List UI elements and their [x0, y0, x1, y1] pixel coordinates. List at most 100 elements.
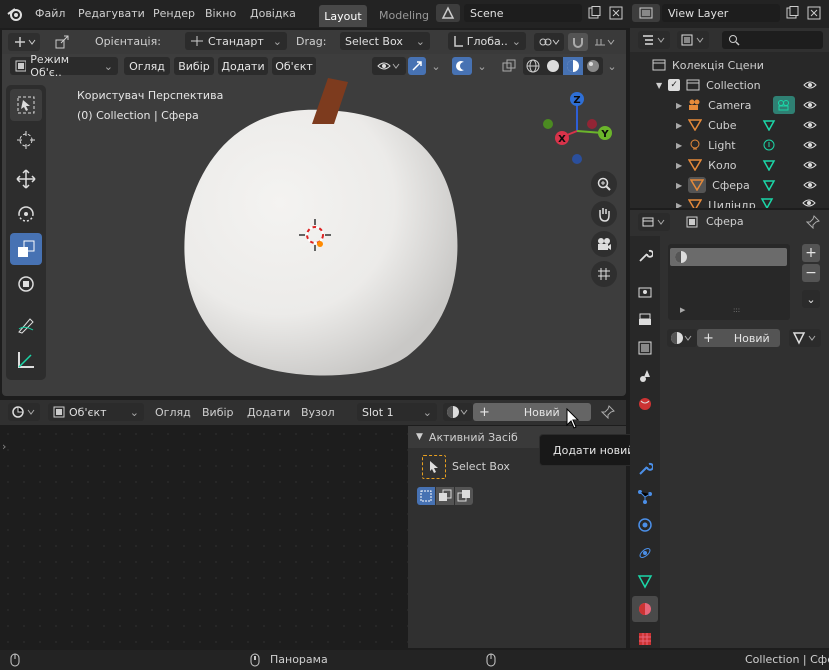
- delete-view-layer-icon[interactable]: [805, 4, 823, 22]
- properties-new-material-button[interactable]: + Новий: [697, 329, 780, 347]
- sphere-object[interactable]: [178, 72, 464, 388]
- tab-scene[interactable]: [632, 363, 658, 389]
- node-canvas-side-arrow-icon[interactable]: ›: [2, 440, 6, 453]
- tab-physics[interactable]: [632, 512, 658, 538]
- properties-pin-icon[interactable]: [803, 213, 823, 231]
- active-tool-icon[interactable]: [52, 33, 72, 51]
- tab-render[interactable]: [632, 279, 658, 305]
- new-view-layer-icon[interactable]: [783, 4, 801, 22]
- tool-rotate[interactable]: [10, 198, 42, 230]
- list-resize-grip-icon[interactable]: :::: [733, 306, 740, 314]
- select-box-tool-icon[interactable]: [422, 455, 446, 479]
- outliner-item-light[interactable]: ▶ Light: [630, 135, 829, 155]
- tab-view-layer[interactable]: [632, 335, 658, 361]
- tab-texture[interactable]: [632, 630, 658, 648]
- editor-type-icon[interactable]: [8, 403, 40, 421]
- select-mode-extend-icon[interactable]: [436, 487, 454, 505]
- scene-selector-icon[interactable]: [436, 4, 460, 22]
- list-expand-icon[interactable]: ▶: [680, 306, 685, 314]
- mesh-data-icon[interactable]: [760, 177, 778, 193]
- xray-toggle-icon[interactable]: [500, 57, 518, 75]
- transform-pivot-icon[interactable]: [8, 33, 40, 51]
- snap-settings-icon[interactable]: [590, 33, 620, 51]
- select-mode-subtract-icon[interactable]: [455, 487, 473, 505]
- navigation-gizmo[interactable]: Z X Y: [540, 88, 620, 168]
- menu-help[interactable]: Довідка: [250, 7, 296, 20]
- material-browse-icon[interactable]: [443, 403, 473, 421]
- outliner-item-circle[interactable]: ▶ Коло: [630, 155, 829, 175]
- outliner-editor-type-icon[interactable]: [638, 31, 670, 49]
- tab-object-data[interactable]: [632, 568, 658, 594]
- tool-scale[interactable]: [10, 233, 42, 265]
- pin-icon[interactable]: [598, 403, 618, 421]
- zoom-icon[interactable]: [591, 171, 617, 197]
- display-mode-icon[interactable]: [677, 31, 709, 49]
- shading-material-icon[interactable]: [563, 57, 583, 75]
- outliner-collection[interactable]: ▼ ✓ Collection: [630, 75, 829, 95]
- material-browse-button[interactable]: [667, 329, 697, 347]
- tab-modifiers[interactable]: [632, 456, 658, 482]
- shader-object-dropdown[interactable]: Об'єкт ⌄: [48, 403, 144, 421]
- select-mode-set-icon[interactable]: [417, 487, 435, 505]
- overlay-dropdown-icon[interactable]: ⌄: [474, 57, 490, 75]
- new-scene-icon[interactable]: [585, 4, 603, 22]
- shader-menu-add[interactable]: Додати: [247, 406, 290, 419]
- link-data-dropdown-icon[interactable]: [789, 329, 821, 347]
- outliner-item-label[interactable]: Циліндр: [708, 199, 756, 209]
- menu-file[interactable]: Файл: [35, 7, 65, 20]
- tool-measure[interactable]: [10, 344, 42, 376]
- tab-tool[interactable]: [632, 243, 658, 269]
- mode-dropdown[interactable]: Режим Об'є.. ⌄: [10, 53, 118, 79]
- tab-output[interactable]: [632, 307, 658, 333]
- slot-specials-button[interactable]: ⌄: [802, 290, 820, 308]
- view-layer-icon[interactable]: [632, 4, 660, 22]
- eye-icon[interactable]: [801, 97, 819, 113]
- delete-scene-icon[interactable]: [607, 4, 625, 22]
- tab-constraints[interactable]: [632, 540, 658, 566]
- properties-editor-type-icon[interactable]: [638, 213, 670, 231]
- view-layer-field[interactable]: View Layer: [662, 4, 780, 22]
- tab-particles[interactable]: [632, 484, 658, 510]
- add-slot-button[interactable]: +: [802, 244, 820, 262]
- menu-window[interactable]: Вікно: [205, 7, 236, 20]
- camera-view-icon[interactable]: [591, 231, 617, 257]
- tab-modeling[interactable]: Modeling: [379, 9, 429, 22]
- tool-transform[interactable]: [10, 268, 42, 300]
- mesh-data-icon[interactable]: [760, 117, 778, 133]
- eye-icon[interactable]: [801, 137, 819, 153]
- shading-wireframe-icon[interactable]: [523, 57, 543, 75]
- material-slot-item[interactable]: [670, 248, 787, 266]
- shading-solid-icon[interactable]: [543, 57, 563, 75]
- pivot-point-icon[interactable]: [534, 33, 564, 51]
- checkbox-icon[interactable]: ✓: [668, 79, 681, 91]
- shading-dropdown-icon[interactable]: ⌄: [604, 57, 620, 75]
- camera-data-icon[interactable]: [773, 96, 795, 114]
- eye-icon[interactable]: [802, 198, 816, 208]
- transform-orientation-dropdown[interactable]: Глоба.. ⌄: [448, 32, 526, 50]
- outliner-item-cube[interactable]: ▶ Cube: [630, 115, 829, 135]
- scene-name-field[interactable]: Scene: [464, 4, 582, 22]
- shader-menu-view[interactable]: Огляд: [155, 406, 191, 419]
- light-data-icon[interactable]: [760, 137, 778, 153]
- pan-hand-icon[interactable]: [591, 201, 617, 227]
- shader-menu-select[interactable]: Вибір: [202, 406, 234, 419]
- outliner-search-input[interactable]: [722, 31, 823, 49]
- tab-layout[interactable]: Layout: [319, 5, 367, 27]
- mesh-data-icon[interactable]: [760, 157, 778, 173]
- tool-move[interactable]: [10, 163, 42, 195]
- shading-rendered-icon[interactable]: [583, 57, 603, 75]
- outliner-item-sphere[interactable]: ▶ Сфера: [630, 175, 829, 195]
- eye-icon[interactable]: [801, 177, 819, 193]
- drag-dropdown[interactable]: Select Box ⌄: [340, 32, 430, 50]
- blender-logo-icon[interactable]: [6, 5, 24, 23]
- tool-select-box[interactable]: [10, 89, 42, 121]
- tab-world[interactable]: [632, 391, 658, 417]
- menu-edit[interactable]: Редагувати: [78, 7, 145, 20]
- slot-dropdown[interactable]: Slot 1 ⌄: [357, 403, 437, 421]
- viewport-menu-view[interactable]: Огляд: [124, 57, 170, 75]
- node-canvas[interactable]: [0, 426, 408, 648]
- tool-annotate[interactable]: [10, 309, 42, 341]
- eye-icon[interactable]: [801, 157, 819, 173]
- snap-icon[interactable]: [568, 33, 588, 51]
- remove-slot-button[interactable]: −: [802, 264, 820, 282]
